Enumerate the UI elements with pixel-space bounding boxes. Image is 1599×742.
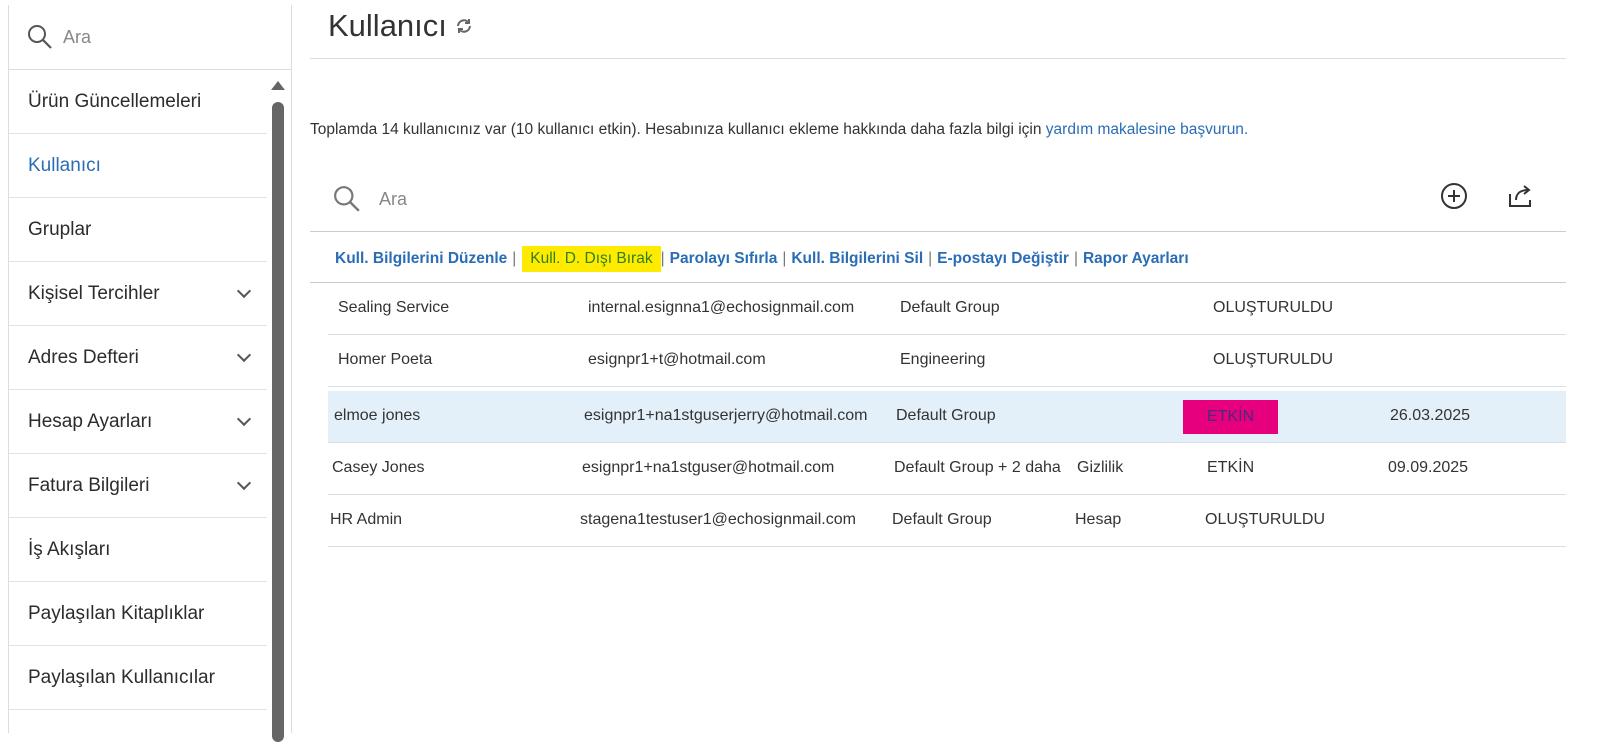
scroll-up-icon[interactable]: [271, 81, 285, 90]
cell-status: OLUŞTURULDU: [1205, 511, 1326, 528]
chevron-down-icon: [236, 347, 252, 363]
cell-status: OLUŞTURULDU: [1213, 351, 1334, 368]
export-icon[interactable]: [1506, 182, 1534, 210]
sidebar-item[interactable]: Adres Defteri: [9, 326, 267, 390]
sidebar-item-label: İş Akışları: [28, 538, 111, 560]
sidebar-search-placeholder: Ara: [63, 26, 92, 47]
sidebar-item-label: Ürün Güncellemeleri: [28, 90, 202, 112]
cell-extra: Hesap: [1075, 511, 1122, 528]
cell-date: 09.09.2025: [1388, 459, 1469, 476]
separator: |: [1073, 250, 1078, 267]
cell-status: ETKİN: [1183, 400, 1279, 434]
sidebar-item-label: Fatura Bilgileri: [28, 474, 150, 496]
sidebar-item[interactable]: Gruplar: [9, 198, 267, 262]
sidebar-item-label: Kullanıcı: [28, 154, 101, 176]
sidebar-scrollbar[interactable]: [269, 77, 287, 742]
action-bar: Kull. Bilgilerini Düzenle | Kull. D. Dışı …: [335, 246, 1189, 272]
cell-group: Default Group + 2 daha: [894, 459, 1061, 476]
action-link[interactable]: Kull. Bilgilerini Sil: [791, 250, 923, 268]
info-sentence: Toplamda 14 kullanıcınız var (10 kullanı…: [310, 121, 1046, 138]
cell-name: elmoe jones: [334, 407, 421, 424]
sidebar-item-label: Adres Defteri: [28, 346, 139, 368]
sidebar-item[interactable]: Ürün Güncellemeleri: [9, 70, 267, 134]
user-search[interactable]: Ara: [333, 185, 407, 213]
cell-email: internal.esignna1@echosignmail.com: [588, 299, 855, 316]
separator: |: [512, 250, 517, 267]
sidebar-item-label: Kişisel Tercihler: [28, 282, 160, 304]
chevron-down-icon: [236, 283, 252, 299]
cell-name: Sealing Service: [338, 299, 450, 316]
divider: [310, 58, 1566, 59]
action-link[interactable]: Kull. Bilgilerini Düzenle: [335, 250, 507, 268]
separator: |: [782, 250, 787, 267]
chevron-down-icon: [236, 475, 252, 491]
cell-name: Casey Jones: [332, 459, 425, 476]
cell-email: stagena1testuser1@echosignmail.com: [580, 511, 856, 528]
sidebar-item[interactable]: Hesap Ayarları: [9, 390, 267, 454]
cell-name: HR Admin: [330, 511, 403, 528]
sidebar-item[interactable]: Kişisel Tercihler: [9, 262, 267, 326]
sidebar-search[interactable]: Ara: [9, 5, 291, 70]
sidebar-item[interactable]: Paylaşılan Kullanıcılar: [9, 646, 267, 710]
sidebar-item[interactable]: Kullanıcı: [9, 134, 267, 198]
add-user-icon[interactable]: [1440, 182, 1468, 210]
cell-email: esignpr1+na1stguser@hotmail.com: [582, 459, 835, 476]
cell-extra: Gizlilik: [1077, 459, 1124, 476]
cell-group: Default Group: [896, 407, 996, 424]
cell-name: Homer Poeta: [338, 351, 433, 368]
sidebar-item-label: Gruplar: [28, 218, 92, 240]
cell-date: 26.03.2025: [1390, 407, 1471, 424]
cell-group: Default Group: [900, 299, 1000, 316]
cell-status: ETKİN: [1207, 459, 1255, 476]
sidebar-item-label: Hesap Ayarları: [28, 410, 153, 432]
action-link[interactable]: E-postayı Değiştir: [937, 250, 1069, 268]
action-link[interactable]: Rapor Ayarları: [1083, 250, 1189, 268]
divider: [310, 231, 1566, 232]
search-icon: [334, 186, 360, 212]
cell-group: Engineering: [900, 351, 986, 368]
cell-email: esignpr1+na1stguserjerry@hotmail.com: [584, 407, 868, 424]
page-title-text: Kullanıcı: [328, 8, 447, 43]
cell-group: Default Group: [892, 511, 992, 528]
sidebar-item[interactable]: Fatura Bilgileri: [9, 454, 267, 518]
sidebar-item-label: Paylaşılan Kitaplıklar: [28, 602, 205, 624]
chevron-down-icon: [236, 411, 252, 427]
table-row[interactable]: Casey Jones esignpr1+na1stguser@hotmail.c…: [328, 443, 1566, 495]
table-row[interactable]: elmoe jones esignpr1+na1stguserjerry@hotm…: [328, 391, 1566, 443]
separator: |: [660, 250, 665, 267]
cell-status: OLUŞTURULDU: [1213, 299, 1334, 316]
table-row[interactable]: HR Admin stagena1testuser1@echosignmail.c…: [328, 495, 1566, 547]
sidebar: Ara Ürün Güncellemeleri Kullanıcı Gruplar K…: [8, 5, 292, 742]
table-row[interactable]: Sealing Service internal.esignna1@echosig…: [328, 283, 1566, 335]
separator: |: [928, 250, 933, 267]
action-link[interactable]: Kull. D. Dışı Bırak: [522, 246, 661, 272]
help-article-link[interactable]: yardım makalesine başvurun.: [1046, 121, 1248, 138]
page-title: Kullanıcı: [328, 8, 473, 44]
refresh-icon[interactable]: [455, 17, 473, 35]
cell-email: esignpr1+t@hotmail.com: [588, 351, 766, 368]
sidebar-item[interactable]: Paylaşılan Kitaplıklar: [9, 582, 267, 646]
info-text: Toplamda 14 kullanıcınız var (10 kullanı…: [310, 121, 1248, 139]
search-icon: [28, 25, 52, 49]
scroll-thumb[interactable]: [272, 102, 284, 742]
table-row[interactable]: Homer Poeta esignpr1+t@hotmail.com Enginee…: [328, 335, 1566, 387]
search-placeholder: Ara: [379, 188, 408, 209]
sidebar-item[interactable]: İş Akışları: [9, 518, 267, 582]
sidebar-item-label: Paylaşılan Kullanıcılar: [28, 666, 215, 688]
action-link[interactable]: Parolayı Sıfırla: [670, 250, 778, 268]
